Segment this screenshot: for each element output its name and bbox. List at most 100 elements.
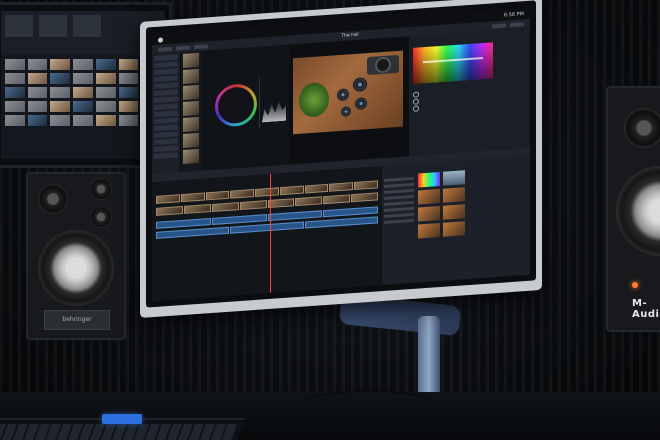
effect-thumbnail[interactable] bbox=[418, 172, 440, 188]
timeline-clip[interactable] bbox=[255, 187, 279, 197]
audio-clip[interactable] bbox=[156, 218, 211, 229]
timeline-clip[interactable] bbox=[279, 185, 304, 196]
viewer-frame[interactable] bbox=[293, 50, 403, 135]
clip-thumbnail[interactable] bbox=[183, 116, 199, 132]
effects-category[interactable] bbox=[384, 194, 414, 200]
timeline-clip[interactable] bbox=[351, 192, 378, 203]
clip-thumbnail[interactable] bbox=[183, 68, 199, 84]
timeline-clip[interactable] bbox=[230, 189, 255, 199]
effect-thumbnail[interactable] bbox=[443, 204, 465, 220]
media-thumbnail[interactable] bbox=[73, 101, 93, 112]
library-item[interactable] bbox=[154, 131, 178, 139]
library-item[interactable] bbox=[154, 75, 178, 83]
media-thumbnail[interactable] bbox=[95, 101, 116, 112]
media-thumbnail[interactable] bbox=[5, 115, 25, 126]
media-thumbnail[interactable] bbox=[27, 115, 48, 126]
timeline-clip[interactable] bbox=[239, 200, 267, 211]
timeline-clip[interactable] bbox=[211, 202, 239, 212]
toolbar-button[interactable] bbox=[509, 21, 524, 27]
timeline-clip[interactable] bbox=[183, 204, 211, 214]
audio-clip[interactable] bbox=[323, 206, 378, 218]
media-thumbnail[interactable] bbox=[118, 73, 139, 84]
effects-category[interactable] bbox=[384, 206, 414, 212]
toolbar-button[interactable] bbox=[491, 22, 506, 28]
media-thumbnail[interactable] bbox=[5, 87, 25, 98]
timeline-clip[interactable] bbox=[329, 182, 354, 192]
audio-clip[interactable] bbox=[267, 210, 323, 222]
media-thumbnail[interactable] bbox=[118, 87, 139, 98]
inspector-row[interactable] bbox=[413, 91, 419, 98]
clip-thumbnail[interactable] bbox=[183, 52, 199, 68]
library-item[interactable] bbox=[154, 96, 178, 104]
toolbar-button[interactable] bbox=[176, 45, 190, 50]
timeline-clip[interactable] bbox=[156, 206, 183, 216]
apple-icon[interactable] bbox=[158, 36, 163, 43]
media-thumbnail[interactable] bbox=[118, 59, 139, 70]
effects-category[interactable] bbox=[384, 218, 414, 224]
library-item[interactable] bbox=[154, 145, 178, 153]
media-thumbnail[interactable] bbox=[73, 59, 93, 70]
toolbar-button[interactable] bbox=[194, 43, 208, 49]
media-thumbnail[interactable] bbox=[95, 115, 116, 126]
effect-thumbnail[interactable] bbox=[418, 223, 440, 239]
media-thumbnail[interactable] bbox=[118, 101, 139, 112]
clip-thumbnail[interactable] bbox=[183, 84, 199, 100]
media-thumbnail[interactable] bbox=[27, 73, 48, 84]
media-thumbnail[interactable] bbox=[27, 59, 48, 70]
media-thumbnail[interactable] bbox=[5, 59, 25, 70]
media-thumbnail[interactable] bbox=[27, 87, 48, 98]
clip-thumbnail[interactable] bbox=[183, 132, 199, 148]
effect-thumbnail[interactable] bbox=[418, 189, 440, 205]
library-item[interactable] bbox=[154, 152, 178, 160]
timeline-clip[interactable] bbox=[267, 198, 295, 209]
media-thumbnail[interactable] bbox=[27, 101, 48, 112]
clip-thumbnail[interactable] bbox=[183, 148, 199, 164]
media-thumbnail[interactable] bbox=[5, 73, 25, 84]
media-thumbnail[interactable] bbox=[73, 115, 93, 126]
library-item[interactable] bbox=[154, 117, 178, 125]
effect-thumbnail[interactable] bbox=[443, 170, 465, 186]
timeline-clip[interactable] bbox=[295, 196, 323, 207]
inspector-row[interactable] bbox=[413, 98, 419, 105]
media-thumbnail[interactable] bbox=[118, 115, 139, 126]
media-thumbnail[interactable] bbox=[50, 101, 71, 112]
effect-thumbnail[interactable] bbox=[418, 206, 440, 222]
effects-category[interactable] bbox=[384, 176, 414, 182]
effects-category[interactable] bbox=[384, 212, 414, 218]
inspector-row[interactable] bbox=[413, 105, 419, 112]
library-item[interactable] bbox=[154, 110, 178, 118]
toolbar-button[interactable] bbox=[158, 46, 172, 52]
timeline-clip[interactable] bbox=[180, 192, 205, 203]
media-thumbnail[interactable] bbox=[50, 73, 71, 84]
media-thumbnail[interactable] bbox=[50, 59, 71, 70]
media-thumbnail[interactable] bbox=[95, 73, 116, 84]
effect-thumbnail[interactable] bbox=[443, 187, 465, 203]
media-thumbnail[interactable] bbox=[50, 115, 71, 126]
library-item[interactable] bbox=[154, 89, 178, 97]
timeline-clip[interactable] bbox=[323, 194, 351, 205]
audio-clip[interactable] bbox=[211, 214, 267, 225]
color-board[interactable] bbox=[413, 42, 493, 84]
library-item[interactable] bbox=[154, 82, 178, 90]
effects-category[interactable] bbox=[384, 200, 414, 206]
media-thumbnail[interactable] bbox=[5, 101, 25, 112]
media-thumbnail[interactable] bbox=[73, 73, 93, 84]
media-thumbnail[interactable] bbox=[95, 87, 116, 98]
effects-category[interactable] bbox=[384, 182, 414, 188]
timeline-clip[interactable] bbox=[205, 190, 230, 201]
effects-category[interactable] bbox=[384, 188, 414, 194]
media-thumbnail[interactable] bbox=[95, 59, 116, 70]
library-item[interactable] bbox=[154, 68, 178, 76]
clip-thumbnail[interactable] bbox=[183, 100, 199, 116]
library-item[interactable] bbox=[154, 124, 178, 132]
library-item[interactable] bbox=[154, 138, 178, 146]
timeline-clip[interactable] bbox=[156, 194, 180, 204]
timeline-clip[interactable] bbox=[304, 183, 329, 194]
media-thumbnail[interactable] bbox=[50, 87, 71, 98]
library-item[interactable] bbox=[154, 103, 178, 111]
media-thumbnail[interactable] bbox=[73, 87, 93, 98]
effect-thumbnail[interactable] bbox=[443, 221, 465, 237]
library-item[interactable] bbox=[154, 61, 178, 69]
library-item[interactable] bbox=[154, 54, 178, 62]
playhead[interactable] bbox=[270, 173, 271, 293]
